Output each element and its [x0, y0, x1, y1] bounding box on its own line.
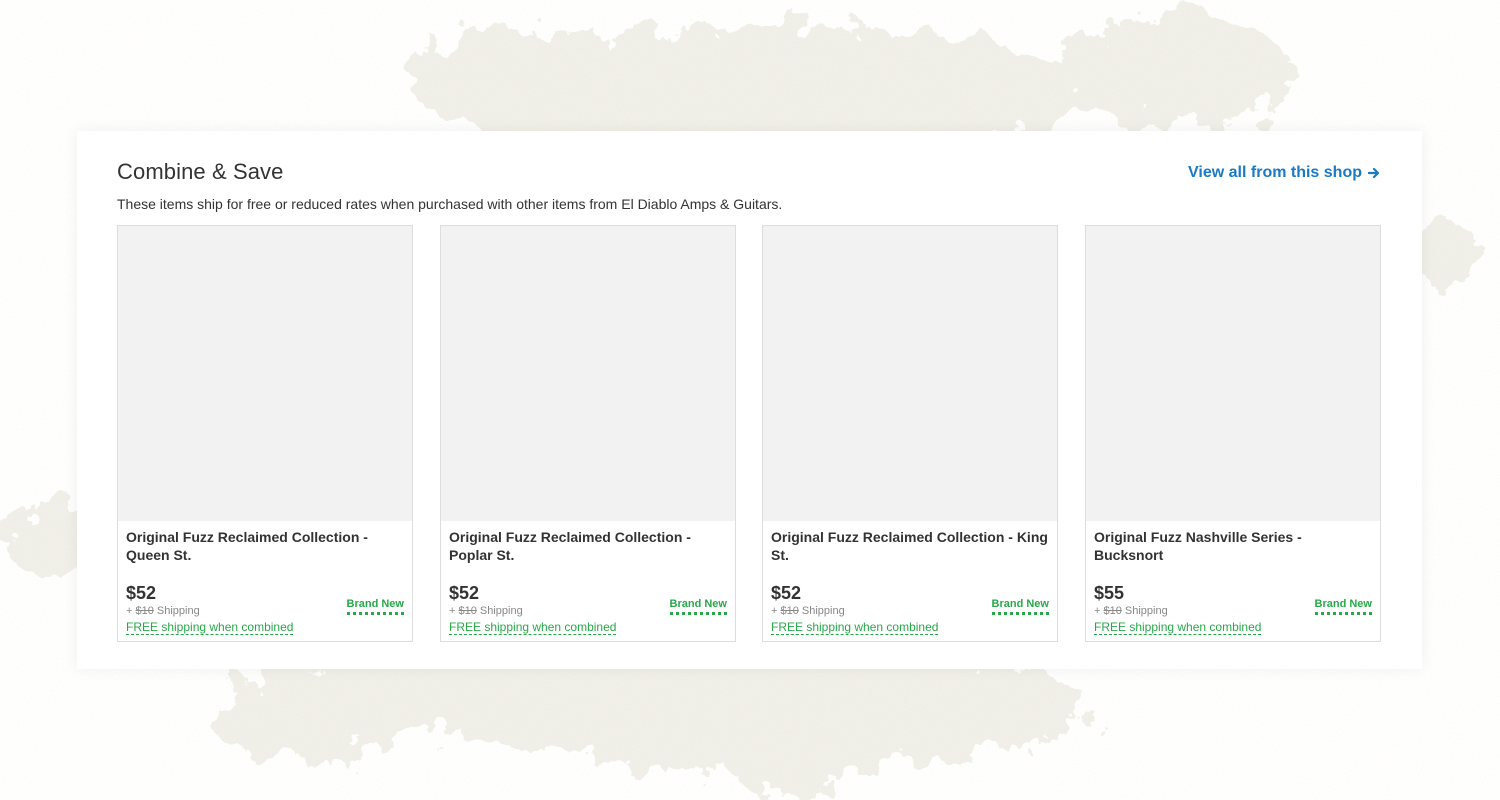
shipping-cost: + $10 Shipping: [449, 605, 523, 617]
product-card[interactable]: Original Fuzz Reclaimed Collection - Que…: [117, 225, 413, 642]
shipping-suffix: Shipping: [1121, 605, 1168, 617]
shipping-cost: + $10 Shipping: [1094, 605, 1168, 617]
free-shipping-note[interactable]: FREE shipping when combined: [449, 620, 617, 635]
section-title: Combine & Save: [117, 159, 284, 184]
product-price: $52: [126, 583, 157, 603]
shipping-suffix: Shipping: [153, 605, 200, 617]
product-title[interactable]: Original Fuzz Reclaimed Collection - Pop…: [449, 528, 727, 564]
shipping-suffix: Shipping: [798, 605, 845, 617]
product-price: $52: [771, 583, 802, 603]
product-image[interactable]: [763, 226, 1057, 521]
combine-save-panel: Combine & Save View all from this shop T…: [77, 131, 1422, 669]
view-all-link[interactable]: View all from this shop: [1188, 164, 1380, 182]
shipping-amount: $10: [135, 605, 154, 617]
product-image[interactable]: [118, 226, 412, 521]
product-title[interactable]: Original Fuzz Reclaimed Collection - Que…: [126, 528, 404, 564]
condition-badge[interactable]: Brand New: [346, 598, 404, 615]
product-card[interactable]: Original Fuzz Reclaimed Collection - Pop…: [440, 225, 736, 642]
product-image[interactable]: [1086, 226, 1380, 521]
product-grid: Original Fuzz Reclaimed Collection - Que…: [117, 225, 1382, 642]
condition-badge[interactable]: Brand New: [1314, 598, 1372, 615]
shipping-cost: + $10 Shipping: [771, 605, 845, 617]
shipping-suffix: Shipping: [476, 605, 523, 617]
free-shipping-note[interactable]: FREE shipping when combined: [126, 620, 294, 635]
product-image[interactable]: [441, 226, 735, 521]
shipping-amount: $10: [1103, 605, 1122, 617]
product-card[interactable]: Original Fuzz Nashville Series - Bucksno…: [1085, 225, 1381, 642]
product-card[interactable]: Original Fuzz Reclaimed Collection - Kin…: [762, 225, 1058, 642]
arrow-right-icon: [1368, 167, 1380, 179]
condition-badge[interactable]: Brand New: [991, 598, 1049, 615]
free-shipping-note[interactable]: FREE shipping when combined: [1094, 620, 1262, 635]
condition-badge[interactable]: Brand New: [669, 598, 727, 615]
product-price: $55: [1094, 583, 1125, 603]
view-all-label: View all from this shop: [1188, 164, 1362, 181]
product-price: $52: [449, 583, 480, 603]
free-shipping-note[interactable]: FREE shipping when combined: [771, 620, 939, 635]
shipping-cost: + $10 Shipping: [126, 605, 200, 617]
product-title[interactable]: Original Fuzz Reclaimed Collection - Kin…: [771, 528, 1049, 564]
section-subtitle: These items ship for free or reduced rat…: [117, 196, 783, 212]
shipping-amount: $10: [780, 605, 799, 617]
shipping-amount: $10: [458, 605, 477, 617]
product-title[interactable]: Original Fuzz Nashville Series - Bucksno…: [1094, 528, 1372, 564]
